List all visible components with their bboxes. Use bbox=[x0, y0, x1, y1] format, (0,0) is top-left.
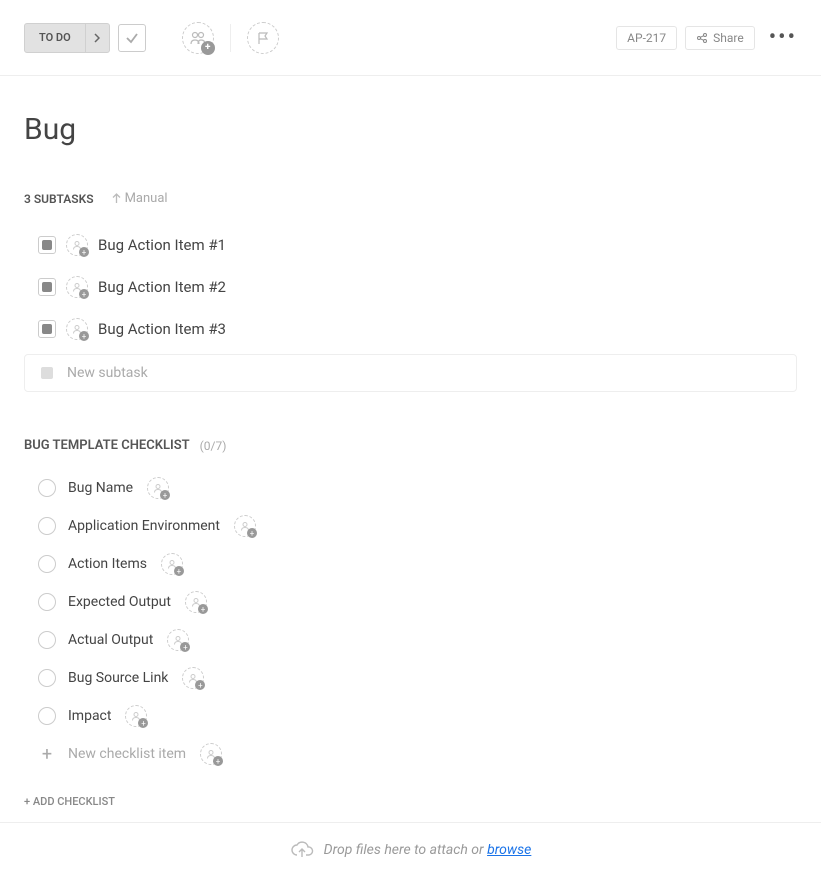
checklist-item-label: Bug Name bbox=[68, 480, 133, 496]
plus-badge-icon: + bbox=[180, 642, 190, 652]
assign-checklist-owner-button[interactable]: + bbox=[161, 553, 183, 575]
checklist-item-label: Actual Output bbox=[68, 632, 153, 648]
checklist-item-label: Bug Source Link bbox=[68, 670, 168, 686]
new-subtask-placeholder: New subtask bbox=[67, 365, 148, 381]
checklist-row[interactable]: Actual Output + bbox=[24, 621, 797, 659]
checklist-row[interactable]: Bug Source Link + bbox=[24, 659, 797, 697]
subtask-label: Bug Action Item #2 bbox=[98, 278, 226, 296]
arrow-up-icon bbox=[112, 193, 121, 204]
assign-checklist-owner-button[interactable]: + bbox=[167, 629, 189, 651]
checklist-row[interactable]: Bug Name + bbox=[24, 469, 797, 507]
checklist-item-label: Expected Output bbox=[68, 594, 171, 610]
plus-badge-icon: + bbox=[247, 528, 257, 538]
status-button[interactable]: TO DO bbox=[25, 24, 85, 52]
subtask-row[interactable]: + Bug Action Item #1 bbox=[24, 224, 797, 266]
browse-link[interactable]: browse bbox=[487, 842, 531, 858]
priority-button[interactable] bbox=[247, 22, 279, 54]
plus-badge-icon: + bbox=[160, 490, 170, 500]
checklist-row[interactable]: Application Environment + bbox=[24, 507, 797, 545]
checklist-checkbox[interactable] bbox=[38, 631, 56, 649]
dropzone-text: Drop files here to attach or browse bbox=[324, 842, 532, 858]
plus-badge-icon: + bbox=[195, 680, 205, 690]
subtasks-count: 3 SUBTASKS bbox=[24, 192, 94, 206]
checklist-title: BUG TEMPLATE CHECKLIST bbox=[24, 438, 190, 453]
checklist-item-label: Application Environment bbox=[68, 518, 220, 534]
assign-checklist-owner-button[interactable]: + bbox=[147, 477, 169, 499]
checklist-count: (0/7) bbox=[200, 439, 227, 453]
plus-badge-icon: + bbox=[213, 756, 223, 766]
subtask-label: Bug Action Item #1 bbox=[98, 236, 226, 254]
subtask-label: Bug Action Item #3 bbox=[98, 320, 226, 338]
subtask-status-checkbox[interactable] bbox=[38, 236, 56, 254]
placeholder-checkbox-icon bbox=[41, 367, 53, 379]
subtask-row[interactable]: + Bug Action Item #2 bbox=[24, 266, 797, 308]
plus-badge-icon: + bbox=[198, 604, 208, 614]
more-menu-button[interactable]: ••• bbox=[769, 32, 797, 43]
flag-icon bbox=[256, 31, 270, 45]
new-checklist-placeholder: New checklist item bbox=[68, 746, 186, 762]
check-icon bbox=[125, 31, 139, 45]
sort-label: Manual bbox=[125, 191, 168, 206]
plus-icon: + bbox=[38, 745, 56, 763]
checklist-checkbox[interactable] bbox=[38, 517, 56, 535]
toolbar: TO DO + AP-217 Share ••• bbox=[0, 0, 821, 76]
checklist-item-label: Action Items bbox=[68, 556, 147, 572]
subtask-status-checkbox[interactable] bbox=[38, 278, 56, 296]
divider bbox=[230, 24, 231, 52]
assign-subtask-button[interactable]: + bbox=[66, 276, 88, 298]
assign-checklist-owner-button[interactable]: + bbox=[125, 705, 147, 727]
share-button[interactable]: Share bbox=[685, 26, 755, 50]
plus-badge-icon: + bbox=[174, 566, 184, 576]
task-title[interactable]: Bug bbox=[24, 112, 797, 147]
share-label: Share bbox=[713, 31, 744, 45]
subtask-status-checkbox[interactable] bbox=[38, 320, 56, 338]
checklist-row[interactable]: Action Items + bbox=[24, 545, 797, 583]
caret-right-icon bbox=[94, 33, 100, 43]
checklist-checkbox[interactable] bbox=[38, 555, 56, 573]
plus-badge-icon: + bbox=[138, 718, 148, 728]
ticket-id-chip[interactable]: AP-217 bbox=[616, 26, 677, 50]
checklist-checkbox[interactable] bbox=[38, 707, 56, 725]
plus-badge-icon: + bbox=[79, 331, 89, 341]
subtasks-header: 3 SUBTASKS Manual bbox=[24, 191, 797, 206]
assign-checklist-owner-button[interactable]: + bbox=[200, 743, 222, 765]
new-subtask-input[interactable]: New subtask bbox=[24, 354, 797, 392]
status-button-group: TO DO bbox=[24, 23, 110, 53]
new-checklist-item-input[interactable]: + New checklist item + bbox=[24, 735, 797, 773]
plus-badge-icon: + bbox=[79, 289, 89, 299]
assign-checklist-owner-button[interactable]: + bbox=[185, 591, 207, 613]
assign-subtask-button[interactable]: + bbox=[66, 318, 88, 340]
assign-button[interactable]: + bbox=[182, 22, 214, 54]
subtask-row[interactable]: + Bug Action Item #3 bbox=[24, 308, 797, 350]
assign-subtask-button[interactable]: + bbox=[66, 234, 88, 256]
attachment-dropzone[interactable]: Drop files here to attach or browse bbox=[0, 822, 821, 877]
checklist-header: BUG TEMPLATE CHECKLIST (0/7) bbox=[24, 438, 797, 453]
ticket-id-text: AP-217 bbox=[627, 31, 666, 45]
assign-checklist-owner-button[interactable]: + bbox=[182, 667, 204, 689]
plus-badge-icon: + bbox=[201, 41, 215, 55]
sort-button[interactable]: Manual bbox=[112, 191, 168, 206]
checklist-checkbox[interactable] bbox=[38, 479, 56, 497]
checklist-item-label: Impact bbox=[68, 708, 111, 724]
cloud-upload-icon bbox=[290, 841, 314, 859]
main-content: Bug 3 SUBTASKS Manual + Bug Action Item … bbox=[0, 76, 821, 808]
status-next-button[interactable] bbox=[85, 24, 109, 52]
checklist-row[interactable]: Expected Output + bbox=[24, 583, 797, 621]
checklist-row[interactable]: Impact + bbox=[24, 697, 797, 735]
share-icon bbox=[696, 32, 708, 44]
plus-badge-icon: + bbox=[79, 247, 89, 257]
assign-checklist-owner-button[interactable]: + bbox=[234, 515, 256, 537]
checklist-checkbox[interactable] bbox=[38, 669, 56, 687]
complete-button[interactable] bbox=[118, 24, 146, 52]
checklist-checkbox[interactable] bbox=[38, 593, 56, 611]
